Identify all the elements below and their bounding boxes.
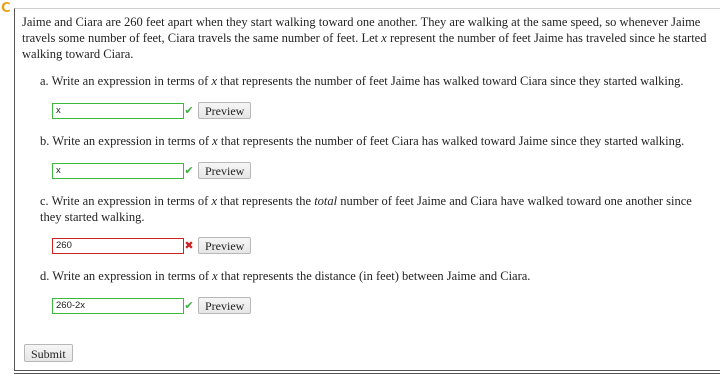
part-a-suffix: that represents the number of feet Jaime… xyxy=(217,74,684,88)
part-b-answer-input[interactable]: x xyxy=(52,163,184,179)
check-icon: ✔ xyxy=(184,299,194,312)
check-icon: ✔ xyxy=(184,164,194,177)
part-c-emphasis: total xyxy=(314,194,338,208)
x-mark-icon: ✖ xyxy=(184,239,194,252)
part-d-prefix: d. Write an expression in terms of xyxy=(40,269,213,283)
refresh-c-icon[interactable]: C xyxy=(1,2,13,16)
part-c-prompt: c. Write an expression in terms of x tha… xyxy=(40,194,710,225)
part-b-prefix: b. Write an expression in terms of xyxy=(40,134,213,148)
part-a-preview-button[interactable]: Preview xyxy=(198,102,252,119)
part-a-prompt: a. Write an expression in terms of x tha… xyxy=(40,74,710,90)
problem-page: C Jaime and Ciara are 260 feet apart whe… xyxy=(0,0,720,381)
part-c-preview-button[interactable]: Preview xyxy=(198,237,252,254)
check-icon: ✔ xyxy=(184,104,194,117)
bottom-divider xyxy=(14,370,720,374)
part-d-suffix: that represents the distance (in feet) b… xyxy=(217,269,531,283)
part-b-prompt: b. Write an expression in terms of x tha… xyxy=(40,134,710,150)
part-a-prefix: a. Write an expression in terms of xyxy=(40,74,212,88)
problem-intro: Jaime and Ciara are 260 feet apart when … xyxy=(22,14,714,62)
part-b-preview-button[interactable]: Preview xyxy=(198,162,252,179)
part-c-prefix: c. Write an expression in terms of xyxy=(40,194,212,208)
part-a-answer-input[interactable]: x xyxy=(52,103,184,119)
submit-button[interactable]: Submit xyxy=(24,344,73,362)
part-d-answer-input[interactable]: 260-2x xyxy=(52,298,184,314)
problem-frame xyxy=(14,8,720,371)
part-c-answer-input[interactable]: 260 xyxy=(52,238,184,254)
part-d-prompt: d. Write an expression in terms of x tha… xyxy=(40,269,710,285)
part-b-suffix: that represents the number of feet Ciara… xyxy=(217,134,685,148)
part-d-preview-button[interactable]: Preview xyxy=(198,297,252,314)
part-c-middle: that represents the xyxy=(217,194,315,208)
